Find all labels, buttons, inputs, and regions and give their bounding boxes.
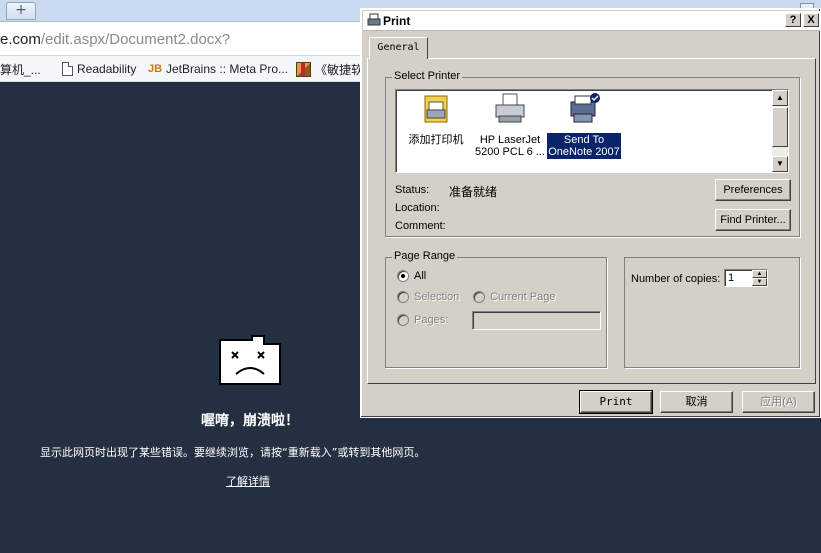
range-pages-radio[interactable]: Pages: bbox=[397, 314, 448, 326]
find-printer-button[interactable]: Find Printer... bbox=[715, 209, 791, 231]
bookmark-label: JetBrains :: Meta Pro... bbox=[166, 62, 289, 76]
bookmark-agile-book[interactable]: 《敏捷软 bbox=[296, 60, 363, 78]
page-icon bbox=[62, 62, 73, 76]
status-value: 准备就绪 bbox=[449, 185, 498, 199]
printer-list[interactable]: 添加打印机 HP LaserJet 5200 PCL 6 ... Send To O… bbox=[395, 89, 789, 173]
box-icon bbox=[296, 61, 311, 77]
crash-title: 喔唷，崩溃啦！ bbox=[201, 413, 299, 429]
select-printer-label: Select Printer bbox=[392, 70, 463, 82]
printer-send-to-onenote[interactable]: Send To OneNote 2007 bbox=[546, 92, 622, 159]
range-all-radio[interactable]: All bbox=[397, 270, 426, 282]
radio-label: Selection bbox=[414, 291, 460, 303]
spin-up-icon[interactable]: ▲ bbox=[752, 270, 767, 278]
print-button[interactable]: Print bbox=[579, 390, 653, 414]
url-path: /edit.aspx/Document2.docx? bbox=[40, 31, 231, 48]
radio-icon bbox=[397, 291, 409, 303]
jetbrains-icon: JB bbox=[148, 63, 163, 75]
radio-label: Current Page bbox=[490, 291, 556, 303]
radio-label: All bbox=[414, 270, 427, 282]
bookmark-label: 《敏捷软 bbox=[315, 62, 364, 77]
apply-button[interactable]: 应用(A) bbox=[742, 391, 815, 413]
bookmark-jetbrains[interactable]: JB JetBrains :: Meta Pro... bbox=[148, 60, 288, 78]
radio-icon bbox=[397, 270, 409, 282]
add-printer-icon bbox=[424, 95, 448, 123]
radio-icon bbox=[397, 314, 409, 326]
spin-down-icon[interactable]: ▼ bbox=[752, 278, 767, 286]
page-range-label: Page Range bbox=[392, 250, 458, 262]
radio-label: Pages: bbox=[414, 314, 449, 326]
copies-label: Number of copies: bbox=[631, 273, 721, 285]
preferences-button[interactable]: Preferences bbox=[715, 179, 791, 201]
copies-value: 1 bbox=[728, 272, 735, 284]
radio-icon bbox=[473, 291, 485, 303]
range-current-page-radio[interactable]: Current Page bbox=[473, 291, 555, 303]
printer-add[interactable]: 添加打印机 bbox=[398, 92, 474, 147]
cancel-button[interactable]: 取消 bbox=[660, 391, 733, 413]
plus-icon: + bbox=[15, 2, 27, 18]
dialog-title: Print bbox=[383, 14, 411, 28]
bookmark-readability[interactable]: Readability bbox=[62, 60, 136, 78]
scroll-up-icon[interactable]: ▲ bbox=[772, 90, 788, 106]
scroll-thumb[interactable] bbox=[772, 107, 788, 147]
dialog-titlebar[interactable]: Print ? X bbox=[363, 11, 820, 31]
range-selection-radio[interactable]: Selection bbox=[397, 291, 459, 303]
printer-label: HP LaserJet 5200 PCL 6 ... bbox=[475, 134, 545, 158]
printer-icon bbox=[495, 93, 525, 123]
printer-label: Send To OneNote 2007 bbox=[547, 133, 621, 159]
tab-general[interactable]: General bbox=[369, 37, 428, 59]
location-label: Location: bbox=[395, 202, 440, 214]
help-button[interactable]: ? bbox=[785, 13, 801, 27]
url-text[interactable]: e.com/edit.aspx/Document2.docx? bbox=[0, 31, 230, 48]
default-printer-icon bbox=[570, 93, 600, 123]
close-button[interactable]: X bbox=[803, 13, 819, 27]
printer-list-scrollbar[interactable]: ▲ ▼ bbox=[772, 90, 788, 172]
comment-label: Comment: bbox=[395, 220, 446, 232]
printer-icon bbox=[367, 13, 381, 26]
bookmark-label: Readability bbox=[77, 62, 137, 76]
pages-input[interactable] bbox=[472, 311, 601, 330]
status-label: Status: bbox=[395, 184, 430, 196]
copies-input[interactable]: 1 ▲ ▼ bbox=[724, 269, 768, 287]
sad-folder-icon bbox=[219, 335, 281, 385]
printer-label: 添加打印机 bbox=[408, 134, 464, 146]
new-tab-button[interactable]: + bbox=[6, 2, 36, 20]
url-host: e.com bbox=[0, 31, 41, 48]
print-dialog: Print ? X General Select Printer 添加打印机 H… bbox=[360, 8, 821, 418]
scroll-down-icon[interactable]: ▼ bbox=[772, 156, 788, 172]
printer-hp-laserjet[interactable]: HP LaserJet 5200 PCL 6 ... bbox=[472, 92, 548, 159]
learn-more-link[interactable]: 了解详情 bbox=[226, 473, 270, 489]
bookmark-item[interactable]: 算机_... bbox=[0, 60, 41, 78]
bookmark-label: 算机_... bbox=[0, 62, 41, 77]
crash-message: 显示此网页时出现了某些错误。要继续浏览，请按“重新载入”或转到其他网页。 bbox=[40, 446, 426, 459]
